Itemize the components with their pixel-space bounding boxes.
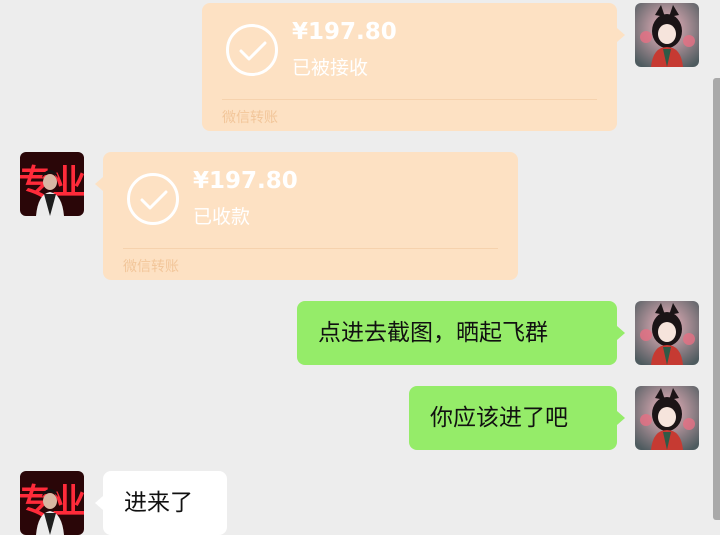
transfer-amount: ¥197.80 [193,168,298,194]
bubble-tail [617,411,625,425]
check-circle-icon [226,24,278,76]
message-bubble-received[interactable]: 进来了 [103,471,227,535]
self-avatar[interactable] [635,386,699,450]
contact-avatar[interactable]: 专业 [20,471,84,535]
transfer-status: 已收款 [193,206,251,228]
transfer-status: 已被接收 [292,57,369,79]
check-circle-icon [127,173,179,225]
contact-avatar[interactable]: 专业 [20,152,84,216]
divider [123,248,498,249]
bubble-tail [617,326,625,340]
divider [222,99,597,100]
transfer-footer: 微信转账 [123,259,179,275]
transfer-card-received[interactable]: ¥197.80 已收款 微信转账 [103,152,518,280]
bubble-tail [95,177,103,191]
bubble-tail [617,28,625,42]
message-bubble-sent[interactable]: 点进去截图，晒起飞群 [297,301,617,365]
transfer-amount: ¥197.80 [292,19,397,45]
self-avatar[interactable] [635,3,699,67]
message-bubble-sent[interactable]: 你应该进了吧 [409,386,617,450]
self-avatar[interactable] [635,301,699,365]
scrollbar[interactable] [713,78,720,520]
transfer-footer: 微信转账 [222,110,278,126]
transfer-card-sent[interactable]: ¥197.80 已被接收 微信转账 [202,3,617,131]
bubble-tail [95,496,103,510]
